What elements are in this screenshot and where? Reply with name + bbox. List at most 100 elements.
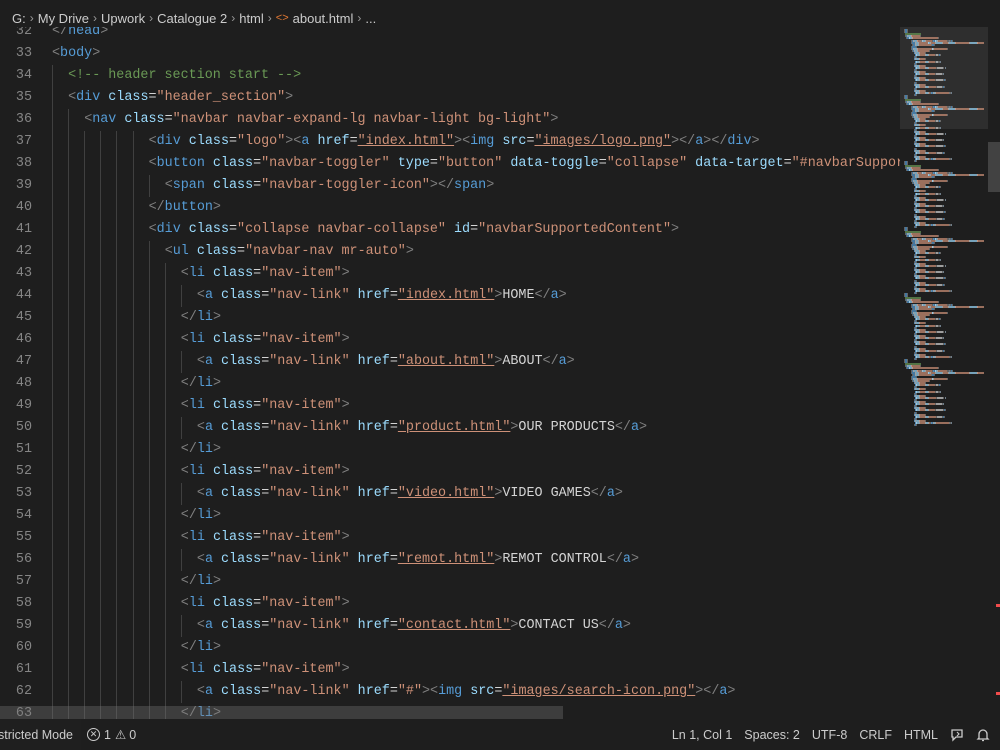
vertical-scrollbar[interactable] <box>988 27 1000 719</box>
breadcrumb-item-drive[interactable]: G: <box>12 11 26 26</box>
breadcrumb-item-catalogue[interactable]: Catalogue 2 <box>157 11 227 26</box>
breadcrumb-item-my-drive[interactable]: My Drive <box>38 11 89 26</box>
code-line[interactable]: 47 <a class="nav-link" href="about.html">… <box>0 351 900 373</box>
code-line[interactable]: 32 </head> <box>0 27 900 43</box>
indent-guide <box>148 571 150 593</box>
code-line[interactable]: 57 </li> <box>0 571 900 593</box>
indent-guide <box>100 329 102 351</box>
code-line[interactable]: 56 <a class="nav-link" href="remot.html">… <box>0 549 900 571</box>
code-text: <div class="header_section"> <box>68 90 294 105</box>
indent-guide <box>132 351 134 373</box>
code-line[interactable]: 49 <li class="nav-item"> <box>0 395 900 417</box>
minimap-line <box>919 43 931 46</box>
bell-icon[interactable] <box>970 728 1000 742</box>
breadcrumb-item-upwork[interactable]: Upwork <box>101 11 145 26</box>
code-line[interactable]: 51 </li> <box>0 439 900 461</box>
code-line[interactable]: 40 </button> <box>0 197 900 219</box>
code-line[interactable]: 42 <ul class="navbar-nav mr-auto"> <box>0 241 900 263</box>
person-feedback-icon[interactable] <box>944 728 970 742</box>
breadcrumb-item-html[interactable]: html <box>239 11 264 26</box>
minimap-line <box>928 139 936 142</box>
minimap[interactable] <box>900 27 988 719</box>
code-text: </li> <box>180 508 221 523</box>
line-number: 41 <box>15 222 32 237</box>
minimap-line <box>944 343 946 346</box>
indent-guide <box>164 373 166 395</box>
code-line[interactable]: 58 <li class="nav-item"> <box>0 593 900 615</box>
minimap-line <box>940 390 941 393</box>
horizontal-scrollbar[interactable] <box>0 706 563 719</box>
code-line[interactable]: 43 <li class="nav-item"> <box>0 263 900 285</box>
minimap-line <box>977 173 985 176</box>
line-number: 56 <box>15 552 32 567</box>
line-ending-selector[interactable]: CRLF <box>853 728 898 742</box>
indent-guide <box>132 241 134 263</box>
indent-guide <box>148 241 150 263</box>
breadcrumb-item-symbol[interactable]: ... <box>365 11 376 26</box>
indent-guide <box>116 395 118 417</box>
indent-guide <box>68 307 70 329</box>
minimap-line <box>915 226 917 229</box>
code-line[interactable]: 37 <div class="logo"><a href="index.html"… <box>0 131 900 153</box>
code-line[interactable]: 52 <li class="nav-item"> <box>0 461 900 483</box>
indent-guide <box>100 241 102 263</box>
indent-guide <box>52 395 53 417</box>
indent-guide <box>52 659 53 681</box>
indent-guide <box>84 417 86 439</box>
encoding-selector[interactable]: UTF-8 <box>806 728 853 742</box>
code-line[interactable]: 35 <div class="header_section"> <box>0 87 900 109</box>
code-line[interactable]: 46 <li class="nav-item"> <box>0 329 900 351</box>
code-line[interactable]: 50 <a class="nav-link" href="product.html… <box>0 417 900 439</box>
scrollbar-thumb[interactable] <box>988 142 1000 192</box>
indent-guide <box>132 439 134 461</box>
minimap-line <box>928 384 936 387</box>
breadcrumb-item-file[interactable]: about.html <box>293 11 354 26</box>
indent-guide <box>116 373 118 395</box>
indent-guide <box>100 285 102 307</box>
indent-guide <box>116 219 118 241</box>
code-text: <div class="logo"><a href="index.html"><… <box>148 134 760 149</box>
indent-guide <box>68 505 70 527</box>
code-line[interactable]: 38 <button class="navbar-toggler" type="b… <box>0 153 900 175</box>
code-line[interactable]: 33 <body> <box>0 43 900 65</box>
code-line[interactable]: 48 </li> <box>0 373 900 395</box>
code-line[interactable]: 36 <nav class="navbar navbar-expand-lg na… <box>0 109 900 131</box>
minimap-line <box>928 198 937 201</box>
code-line[interactable]: 59 <a class="nav-link" href="contact.html… <box>0 615 900 637</box>
code-line[interactable]: 34 <!-- header section start --> <box>0 65 900 87</box>
indent-guide <box>52 681 53 703</box>
code-line[interactable]: 54 </li> <box>0 505 900 527</box>
problems-indicator[interactable]: ✕ 1 ⚠ 0 <box>81 727 142 742</box>
code-line[interactable]: 61 <li class="nav-item"> <box>0 659 900 681</box>
code-line[interactable]: 41 <div class="collapse navbar-collapse" … <box>0 219 900 241</box>
minimap-line <box>928 217 937 220</box>
indent-guide <box>116 263 118 285</box>
code-line[interactable]: 45 </li> <box>0 307 900 329</box>
code-line[interactable]: 39 <span class="navbar-toggler-icon"></sp… <box>0 175 900 197</box>
language-mode-selector[interactable]: HTML <box>898 728 944 742</box>
line-number: 33 <box>15 46 32 61</box>
cursor-position[interactable]: Ln 1, Col 1 <box>666 728 738 742</box>
minimap-line <box>928 126 936 129</box>
indent-guide <box>148 175 150 197</box>
line-number: 38 <box>15 156 32 171</box>
minimap-line <box>943 337 944 340</box>
minimap-line <box>969 305 977 308</box>
code-line[interactable]: 55 <li class="nav-item"> <box>0 527 900 549</box>
chevron-right-icon: › <box>357 11 362 25</box>
minimap-line <box>928 151 937 154</box>
indent-guide <box>100 373 102 395</box>
restricted-mode-indicator[interactable]: Restricted Mode <box>0 719 82 750</box>
code-editor[interactable]: 32 </head> 33 <body> 34 <!-- header section s… <box>0 27 900 719</box>
indent-guide <box>84 197 86 219</box>
line-number: 34 <box>15 68 32 83</box>
indent-guide <box>164 681 166 703</box>
code-line[interactable]: 44 <a class="nav-link" href="index.html">… <box>0 285 900 307</box>
code-line[interactable]: 53 <a class="nav-link" href="video.html">… <box>0 483 900 505</box>
code-line[interactable]: 60 </li> <box>0 637 900 659</box>
indentation-selector[interactable]: Spaces: 2 <box>738 728 806 742</box>
warning-count: 0 <box>129 727 137 742</box>
indent-guide <box>68 615 70 637</box>
indent-guide <box>164 593 166 615</box>
code-line[interactable]: 62 <a class="nav-link" href="#"><img src=… <box>0 681 900 703</box>
